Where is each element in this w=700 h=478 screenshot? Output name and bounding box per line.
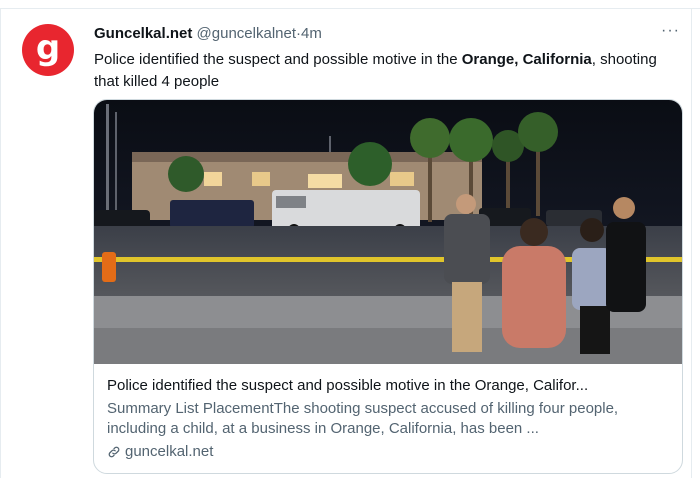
card-domain[interactable]: guncelkal.net — [125, 442, 213, 462]
link-card[interactable]: Police identified the suspect and possib… — [93, 99, 683, 474]
card-domain-row[interactable]: guncelkal.net — [107, 442, 672, 462]
avatar-logo-letter: g — [35, 28, 61, 68]
more-horizontal-icon[interactable]: ··· — [661, 22, 680, 40]
timeline-border-right — [691, 8, 692, 478]
card-meta: Police identified the suspect and possib… — [107, 376, 672, 462]
avatar[interactable]: g — [22, 24, 74, 76]
tweet-text-bold: Orange, California — [461, 51, 592, 68]
card-image[interactable] — [94, 100, 682, 364]
tweet-text-part: Police identified the suspect and possib… — [94, 51, 462, 68]
tweet-timestamp[interactable]: 4m — [301, 25, 322, 42]
link-icon — [108, 446, 120, 458]
account-name[interactable]: Guncelkal.net — [94, 25, 192, 42]
tweet-header: Guncelkal.net @guncelkalnet·4m — [94, 25, 322, 42]
account-handle[interactable]: @guncelkalnet — [197, 25, 296, 42]
tweet-container[interactable]: g Guncelkal.net @guncelkalnet·4m ··· Pol… — [0, 0, 700, 478]
card-description: Summary List PlacementThe shooting suspe… — [107, 400, 619, 437]
timeline-divider — [0, 8, 700, 9]
card-title[interactable]: Police identified the suspect and possib… — [107, 376, 672, 396]
tweet-text: Police identified the suspect and possib… — [94, 49, 684, 93]
timeline-border-left — [0, 8, 1, 478]
